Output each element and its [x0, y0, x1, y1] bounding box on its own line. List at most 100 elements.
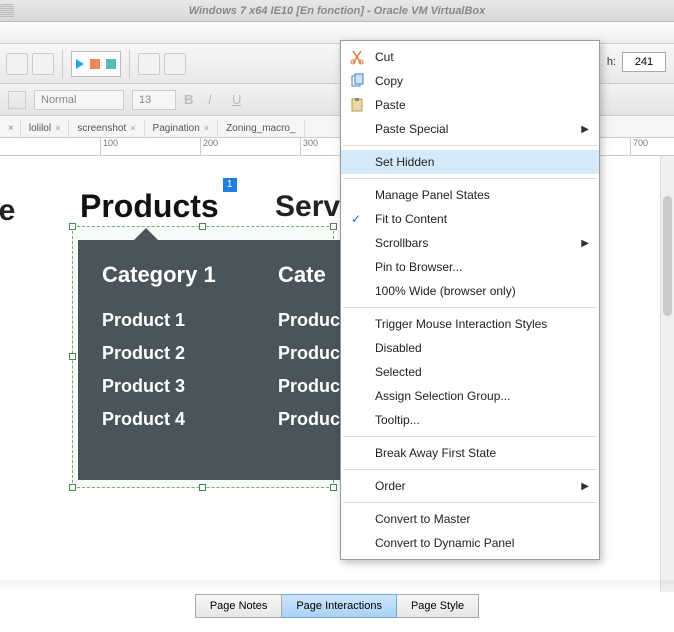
menu-item-cut[interactable]: Cut	[341, 45, 599, 69]
menu-label: Selected	[375, 365, 422, 379]
menu-label: Cut	[375, 50, 394, 64]
resize-handle[interactable]	[69, 353, 76, 360]
underline-icon[interactable]: U	[232, 92, 248, 108]
resize-handle[interactable]	[69, 484, 76, 491]
font-size-value: 13	[139, 94, 151, 106]
menu-label: Break Away First State	[375, 446, 496, 460]
menu-item-pin-to-browser[interactable]: Pin to Browser...	[341, 255, 599, 279]
menu-label: Order	[375, 479, 406, 493]
menu-item-100-wide[interactable]: 100% Wide (browser only)	[341, 279, 599, 303]
resize-handle[interactable]	[330, 223, 337, 230]
toolbar-button[interactable]	[6, 53, 28, 75]
scrollbar-thumb[interactable]	[663, 196, 672, 316]
menu-label: Set Hidden	[375, 155, 434, 169]
resize-handle[interactable]	[330, 484, 337, 491]
height-input[interactable]	[622, 52, 666, 72]
menu-item-trigger-mouse-styles[interactable]: Trigger Mouse Interaction Styles	[341, 312, 599, 336]
menu-label: Pin to Browser...	[375, 260, 462, 274]
mega-column: Category 1 Product 1 Product 2 Product 3…	[102, 262, 272, 442]
menu-item-order[interactable]: Order ▶	[341, 474, 599, 498]
menu-item-convert-to-dynamic-panel[interactable]: Convert to Dynamic Panel	[341, 531, 599, 555]
context-menu: Cut Copy Paste Paste Special ▶ Set Hidde…	[340, 40, 600, 560]
menu-item-assign-selection-group[interactable]: Assign Selection Group...	[341, 384, 599, 408]
menu-label: 100% Wide (browser only)	[375, 284, 516, 298]
menu-label: Disabled	[375, 341, 422, 355]
menu-item-tooltip[interactable]: Tooltip...	[341, 408, 599, 432]
menu-item-copy[interactable]: Copy	[341, 69, 599, 93]
category-header: Category 1	[102, 262, 272, 288]
mega-item: Product 1	[102, 310, 272, 331]
tab-label: screenshot	[77, 123, 126, 134]
paragraph-style-select[interactable]: Normal	[34, 90, 124, 110]
paste-icon	[349, 97, 365, 113]
nav-item-home-partial: me	[0, 194, 15, 228]
menu-item-selected[interactable]: Selected	[341, 360, 599, 384]
preview-icon	[106, 59, 116, 69]
submenu-arrow-icon: ▶	[581, 124, 589, 135]
mega-item: Product 3	[102, 376, 272, 397]
menu-label: Convert to Dynamic Panel	[375, 536, 514, 550]
document-tab[interactable]: lolilol ×	[21, 120, 70, 137]
menu-item-scrollbars[interactable]: Scrollbars ▶	[341, 231, 599, 255]
menu-label: Scrollbars	[375, 236, 428, 250]
toolbar-button[interactable]	[164, 53, 186, 75]
close-icon[interactable]: ×	[55, 123, 60, 133]
menu-separator	[343, 145, 597, 146]
menu-item-manage-panel-states[interactable]: Manage Panel States	[341, 183, 599, 207]
tab-page-style[interactable]: Page Style	[397, 594, 479, 618]
bold-icon[interactable]: B	[184, 92, 200, 108]
menu-item-set-hidden[interactable]: Set Hidden	[341, 150, 599, 174]
resize-handle[interactable]	[199, 223, 206, 230]
tab-page-interactions[interactable]: Page Interactions	[282, 594, 397, 618]
tab-label: Pagination	[153, 123, 200, 134]
close-icon[interactable]: ×	[204, 123, 209, 133]
close-icon[interactable]: ×	[130, 123, 135, 133]
toolbar-separator	[129, 50, 130, 78]
menu-item-break-away-first-state[interactable]: Break Away First State	[341, 441, 599, 465]
menu-label: Assign Selection Group...	[375, 389, 510, 403]
bottom-tab-bar: Page Notes Page Interactions Page Style	[0, 594, 674, 618]
toolbar-button[interactable]	[8, 91, 26, 109]
menu-label: Convert to Master	[375, 512, 470, 526]
font-size-select[interactable]: 13	[132, 90, 176, 110]
footnote-badge: 1	[223, 178, 237, 192]
menu-item-convert-to-master[interactable]: Convert to Master	[341, 507, 599, 531]
window-grab-icon	[0, 4, 14, 18]
document-tab[interactable]: Pagination ×	[145, 120, 219, 137]
menu-separator	[343, 502, 597, 503]
menu-separator	[343, 469, 597, 470]
paragraph-style-value: Normal	[41, 94, 76, 106]
tab-label: lolilol	[29, 123, 51, 134]
play-icon	[76, 59, 84, 69]
tab-label: Zoning_macro_	[226, 123, 295, 134]
preview-button-group[interactable]	[71, 51, 121, 77]
toolbar-button[interactable]	[138, 53, 160, 75]
close-tab-icon[interactable]: ×	[2, 120, 21, 137]
menu-label: Fit to Content	[375, 212, 447, 226]
menu-separator	[343, 178, 597, 179]
toolbar-button[interactable]	[32, 53, 54, 75]
resize-handle[interactable]	[199, 484, 206, 491]
menu-separator	[343, 307, 597, 308]
height-label: h:	[607, 56, 616, 68]
menu-label: Paste Special	[375, 122, 448, 136]
ruler-tick: 200	[200, 138, 218, 156]
scissors-icon	[349, 49, 365, 65]
italic-icon[interactable]: I	[208, 92, 224, 108]
document-tab[interactable]: screenshot ×	[69, 120, 144, 137]
menu-label: Paste	[375, 98, 406, 112]
menu-item-paste-special[interactable]: Paste Special ▶	[341, 117, 599, 141]
document-tab[interactable]: Zoning_macro_	[218, 120, 304, 137]
submenu-arrow-icon: ▶	[581, 481, 589, 492]
ruler-tick: 700	[630, 138, 648, 156]
window-title: Windows 7 x64 IE10 [En fonction] - Oracl…	[189, 5, 486, 17]
shadow-divider	[0, 580, 674, 590]
resize-handle[interactable]	[69, 223, 76, 230]
menu-label: Copy	[375, 74, 403, 88]
ruler-tick: 100	[100, 138, 118, 156]
menu-item-paste[interactable]: Paste	[341, 93, 599, 117]
menu-item-fit-to-content[interactable]: ✓ Fit to Content	[341, 207, 599, 231]
vertical-scrollbar[interactable]	[660, 156, 674, 592]
tab-page-notes[interactable]: Page Notes	[195, 594, 282, 618]
menu-item-disabled[interactable]: Disabled	[341, 336, 599, 360]
